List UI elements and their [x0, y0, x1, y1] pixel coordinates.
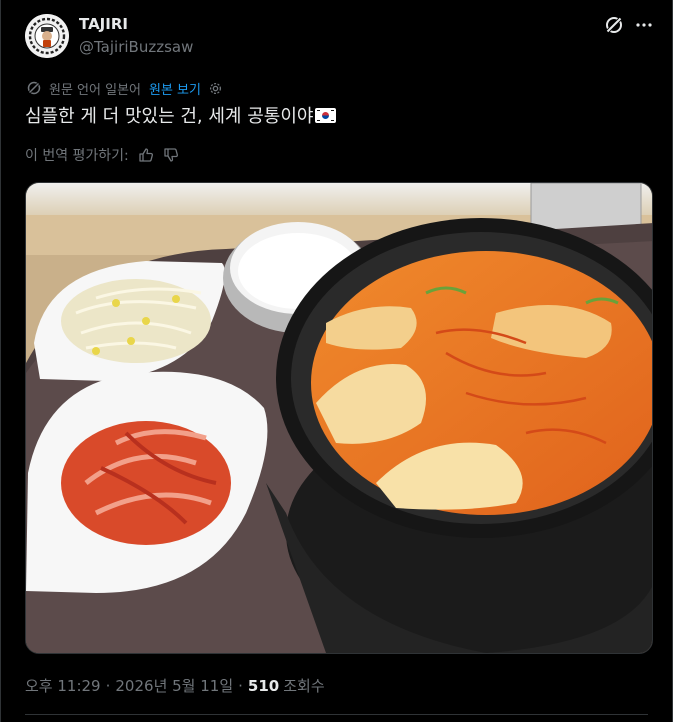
post-date[interactable]: 2026년 5월 11일 — [115, 675, 233, 696]
translation-note: 원문 언어 일본어 — [49, 82, 141, 98]
translation-note-row: 원문 언어 일본어 원본 보기 — [27, 79, 223, 98]
grok-icon[interactable] — [603, 14, 625, 36]
thumbs-up-icon[interactable] — [138, 147, 154, 163]
settings-gear-icon[interactable] — [208, 81, 223, 96]
views-label: 조회수 — [283, 677, 325, 695]
korea-flag-emoji-icon — [315, 107, 337, 123]
translate-icon — [27, 81, 41, 95]
avatar-image — [25, 14, 69, 58]
post-time[interactable]: 오후 11:29 — [25, 675, 101, 696]
post-detail: TAJIRI @TajiriBuzzsaw 원문 언어 일본어 원본 보기 심플… — [0, 0, 673, 722]
meta-separator: · — [238, 676, 243, 695]
show-original-link[interactable]: 원본 보기 — [149, 79, 201, 98]
rate-translation-label: 이 번역 평가하기: — [25, 148, 129, 164]
post-text: 심플한 게 더 맛있는 건, 세계 공통이야 — [25, 102, 337, 128]
thumbs-down-icon[interactable] — [163, 147, 179, 163]
food-photo-illustration — [26, 183, 652, 653]
rate-translation-row: 이 번역 평가하기: — [25, 145, 179, 165]
translated-text: 심플한 게 더 맛있는 건, 세계 공통이야 — [25, 106, 314, 127]
author-handle[interactable]: @TajiriBuzzsaw — [79, 38, 193, 56]
author-display-name[interactable]: TAJIRI — [79, 15, 128, 33]
post-photo[interactable] — [25, 182, 653, 654]
divider — [25, 714, 648, 715]
more-options-icon[interactable] — [633, 14, 655, 36]
author-avatar[interactable] — [25, 14, 69, 58]
meta-separator: · — [105, 676, 111, 695]
post-meta: 오후 11:29 · 2026년 5월 11일 · 510 조회수 — [25, 675, 325, 696]
views-count: 510 — [247, 676, 280, 695]
